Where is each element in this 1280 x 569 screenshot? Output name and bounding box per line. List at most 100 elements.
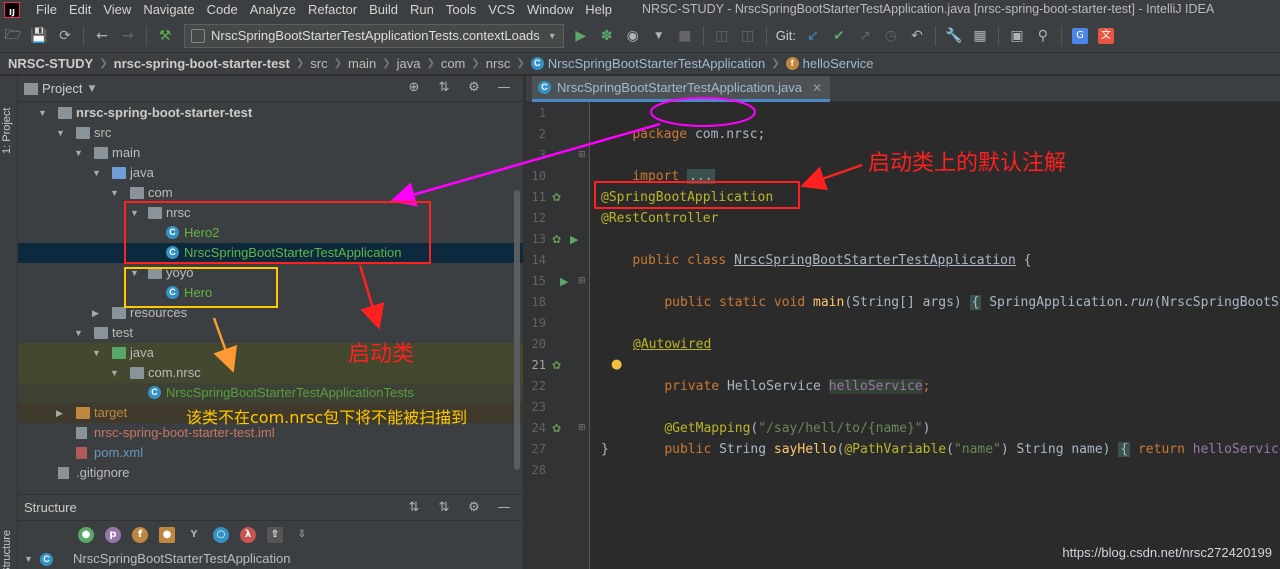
structure-panel-title[interactable]: Structure	[24, 500, 77, 515]
git-push-icon[interactable]: ↗	[854, 25, 876, 47]
save-all-icon[interactable]: 💾	[28, 25, 50, 47]
expand-arrow-icon[interactable]: ▼	[92, 343, 102, 363]
menu-code[interactable]: Code	[201, 0, 244, 19]
run-gutter-icon[interactable]: ▶	[560, 271, 568, 292]
expand-arrow-icon[interactable]: ▼	[74, 323, 84, 343]
fold-marker-icon[interactable]: ⊞	[578, 418, 586, 439]
run-configuration-selector[interactable]: NrscSpringBootStarterTestApplicationTest…	[184, 23, 564, 48]
breadcrumb-item-com[interactable]: com	[441, 56, 466, 71]
terminal-icon[interactable]: ▣	[1006, 25, 1028, 47]
breadcrumb-item-module[interactable]: nrsc-spring-boot-starter-test	[114, 56, 290, 71]
tree-item-tests-class[interactable]: C NrscSpringBootStarterTestApplicationTe…	[18, 383, 523, 403]
collapsed-arrow-icon[interactable]: ▶	[92, 303, 102, 323]
device-icon[interactable]: ◫	[711, 25, 733, 47]
fold-marker-icon[interactable]: ⊞	[578, 145, 586, 166]
intention-bulb-icon[interactable]: ●	[611, 357, 622, 372]
git-update-icon[interactable]: ↙	[802, 25, 824, 47]
menu-help[interactable]: Help	[579, 0, 618, 19]
structure-root-item[interactable]: ▼ C NrscSpringBootStarterTestApplication	[18, 549, 523, 569]
expand-arrow-icon[interactable]: ▼	[92, 163, 102, 183]
tree-scrollbar[interactable]	[514, 190, 520, 470]
tree-item-module[interactable]: ▼ nrsc-spring-boot-starter-test	[18, 103, 523, 123]
collapsed-arrow-icon[interactable]: ▶	[56, 403, 66, 423]
breadcrumb-item-field[interactable]: helloService	[803, 56, 874, 71]
spring-mapping-icon[interactable]: ✿	[552, 418, 561, 439]
gear-icon[interactable]: ⚙	[465, 500, 483, 515]
menu-tools[interactable]: Tools	[440, 0, 482, 19]
lambda-icon[interactable]: λ	[240, 527, 256, 543]
menu-run[interactable]: Run	[404, 0, 440, 19]
breadcrumb-item-project[interactable]: NRSC-STUDY	[8, 56, 93, 71]
autoscroll-from-source-icon[interactable]: ⇩	[294, 527, 310, 543]
hide-panel-icon[interactable]: —	[495, 80, 513, 95]
project-panel-title[interactable]: Project	[42, 81, 82, 96]
project-tool-tab[interactable]: 1: Project	[1, 84, 17, 154]
menu-window[interactable]: Window	[521, 0, 579, 19]
menu-build[interactable]: Build	[363, 0, 404, 19]
project-structure-icon[interactable]: ▦	[969, 25, 991, 47]
show-inherited-icon[interactable]: ●	[78, 527, 94, 543]
anonymous-classes-icon[interactable]: ○	[213, 527, 229, 543]
search-icon[interactable]: ⚲	[1032, 25, 1054, 47]
menu-file[interactable]: File	[30, 0, 63, 19]
expand-arrow-icon[interactable]: ▼	[24, 549, 33, 569]
breadcrumb-item-class[interactable]: NrscSpringBootStarterTestApplication	[548, 56, 766, 71]
translate-plugin-icon[interactable]: 文	[1095, 25, 1117, 47]
build-hammer-icon[interactable]: ⚒	[154, 25, 176, 47]
show-lambdas-icon[interactable]: Y	[186, 527, 202, 543]
tree-item-gitignore[interactable]: .gitignore	[18, 463, 523, 483]
folded-block[interactable]: {	[969, 295, 982, 310]
back-arrow-icon[interactable]: ←	[91, 25, 113, 47]
tree-item-com[interactable]: ▼ com	[18, 183, 523, 203]
menu-view[interactable]: View	[97, 0, 137, 19]
tree-item-src[interactable]: ▼ src	[18, 123, 523, 143]
folded-block[interactable]: {	[1118, 442, 1131, 457]
fold-marker-icon[interactable]: ⊞	[578, 271, 586, 292]
collapse-all-icon[interactable]: ⇅	[435, 500, 453, 515]
stop-icon[interactable]: ■	[674, 25, 696, 47]
debug-bug-icon[interactable]: ✽	[596, 25, 618, 47]
spring-bean-icon[interactable]: ✿	[552, 229, 561, 250]
menu-analyze[interactable]: Analyze	[244, 0, 302, 19]
show-fields-icon[interactable]: f	[132, 527, 148, 543]
chevron-down-icon[interactable]: ▼	[88, 84, 95, 94]
expand-arrow-icon[interactable]: ▼	[74, 143, 84, 163]
settings-wrench-icon[interactable]: 🔧	[943, 25, 965, 47]
locate-target-icon[interactable]: ⊕	[405, 80, 423, 95]
run-options-chevron-icon[interactable]: ▼	[648, 25, 670, 47]
git-commit-check-icon[interactable]: ✔	[828, 25, 850, 47]
structure-tool-tab[interactable]: Structure	[1, 530, 13, 569]
hide-panel-icon[interactable]: —	[495, 500, 513, 515]
autoscroll-to-source-icon[interactable]: ⇧	[267, 527, 283, 543]
google-translate-icon[interactable]: G	[1069, 25, 1091, 47]
show-non-public-icon[interactable]: ●	[159, 527, 175, 543]
tree-item-java[interactable]: ▼ java	[18, 163, 523, 183]
spring-bean-icon[interactable]: ✿	[552, 187, 561, 208]
forward-arrow-icon[interactable]: →	[117, 25, 139, 47]
coverage-icon[interactable]: ◉	[622, 25, 644, 47]
tree-item-com-nrsc[interactable]: ▼ com.nrsc	[18, 363, 523, 383]
expand-arrow-icon[interactable]: ▼	[110, 183, 120, 203]
expand-arrow-icon[interactable]: ▼	[56, 123, 66, 143]
breadcrumb-item-java[interactable]: java	[397, 56, 421, 71]
menu-refactor[interactable]: Refactor	[302, 0, 363, 19]
breadcrumb-item-main[interactable]: main	[348, 56, 376, 71]
update-project-icon[interactable]: ◫	[737, 25, 759, 47]
close-icon[interactable]: ✕	[812, 81, 822, 95]
tree-item-test-java[interactable]: ▼ java	[18, 343, 523, 363]
tree-item-pom[interactable]: pom.xml	[18, 443, 523, 463]
gear-icon[interactable]: ⚙	[465, 80, 483, 95]
run-icon[interactable]: ▶	[570, 25, 592, 47]
sync-icon[interactable]: ⟳	[54, 25, 76, 47]
open-folder-icon[interactable]: 🗁	[2, 25, 24, 47]
breadcrumb-item-src[interactable]: src	[310, 56, 327, 71]
editor-tab-active[interactable]: C NrscSpringBootStarterTestApplication.j…	[532, 76, 831, 102]
menu-navigate[interactable]: Navigate	[137, 0, 200, 19]
show-properties-icon[interactable]: p	[105, 527, 121, 543]
collapse-all-icon[interactable]: ⇅	[435, 80, 453, 95]
git-history-icon[interactable]: ◷	[880, 25, 902, 47]
menu-vcs[interactable]: VCS	[482, 0, 521, 19]
tree-item-main[interactable]: ▼ main	[18, 143, 523, 163]
expand-arrow-icon[interactable]: ▼	[110, 363, 120, 383]
menu-edit[interactable]: Edit	[63, 0, 97, 19]
